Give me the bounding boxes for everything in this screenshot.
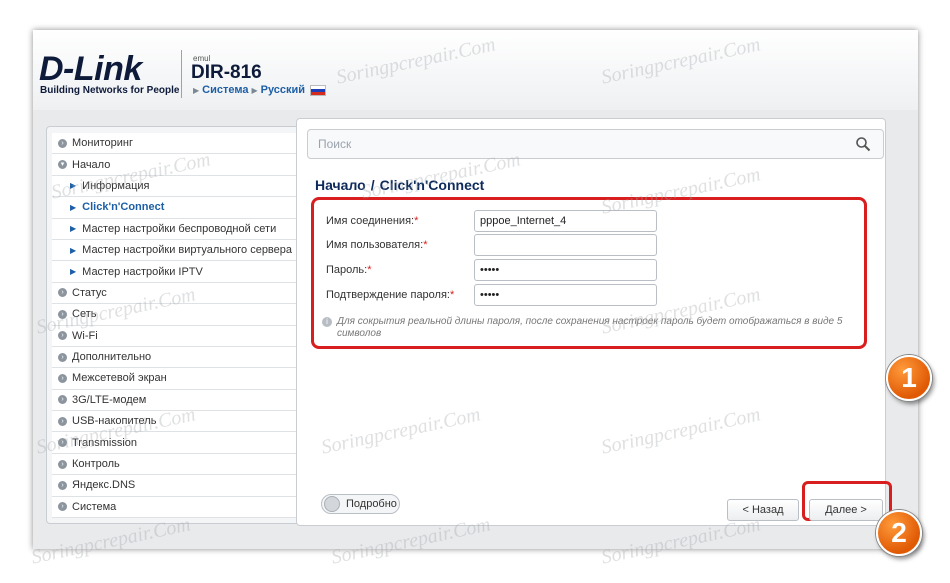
sidebar-item-label: Межсетевой экран [72, 372, 167, 385]
password-label: Пароль:* [326, 264, 372, 276]
sidebar-item-usb-накопитель[interactable]: › USB-накопитель [52, 411, 299, 433]
main-content: Поиск Начало / Click'n'Connect Имя соедине… [296, 110, 932, 556]
dlink-logo[interactable]: D-Link [39, 50, 142, 89]
chevron-right-icon: › [58, 416, 67, 426]
toggle-knob [324, 496, 340, 512]
password-row: Пароль:* ••••• [326, 259, 657, 281]
chevron-right-icon: ▶ [70, 245, 77, 255]
connection-form-highlight: Имя соединения:* pppoe_Internet_4 Имя по… [311, 197, 867, 349]
breadcrumb: ▶ Система ▶ Русский [193, 84, 327, 96]
details-toggle-label: Подробно [346, 498, 397, 510]
sidebar-item-мониторинг[interactable]: › Мониторинг [52, 133, 299, 155]
sidebar-item-label: Wi-Fi [72, 329, 98, 342]
sidebar-item-система[interactable]: › Система [52, 496, 299, 519]
sidebar-item-статус[interactable]: › Статус [52, 282, 299, 305]
sidebar-subitem-click-n-connect[interactable]: ▶ Click'n'Connect [52, 197, 299, 219]
router-web-ui: D-Link Building Networks for People emul… [33, 30, 932, 556]
page-title: Начало / Click'n'Connect [315, 177, 484, 193]
chevron-right-icon: › [58, 309, 67, 319]
chevron-right-icon: › [58, 373, 67, 383]
sidebar-item-label: Система [72, 500, 117, 513]
chevron-right-icon: › [58, 438, 67, 448]
chevron-right-icon: › [58, 395, 67, 405]
sidebar-subitem-мастер-настройки-iptv[interactable]: ▶ Мастер настройки IPTV [52, 261, 299, 283]
sidebar-item-label: Мониторинг [72, 137, 134, 150]
step-1-badge: 1 [886, 355, 932, 401]
sidebar-subitem-мастер-настройки-беспроводной-сети[interactable]: ▶ Мастер настройки беспроводной сети [52, 218, 299, 240]
header-divider [181, 50, 182, 98]
logo-tagline: Building Networks for People [40, 85, 180, 96]
sidebar-item-label: Яндекс.DNS [72, 479, 136, 492]
sidebar-item-label: Мастер настройки беспроводной сети [82, 222, 277, 235]
username-input[interactable] [474, 234, 657, 256]
username-label: Имя пользователя:* [326, 239, 428, 251]
sidebar-item-transmission[interactable]: › Transmission [52, 432, 299, 454]
next-button[interactable]: Далее > [809, 499, 883, 521]
chevron-right-icon: ▶ [70, 202, 77, 212]
sidebar-subitem-информация[interactable]: ▶ Информация [52, 175, 299, 198]
sidebar-nav: › Мониторинг ▾ Начало ▶ Информация ▶ Click'n'Co… [46, 126, 305, 524]
chevron-right-icon: ▶ [251, 85, 258, 95]
chevron-right-icon: ▶ [70, 181, 77, 191]
sidebar-item-яндекс-dns[interactable]: › Яндекс.DNS [52, 475, 299, 497]
model-name: DIR-816 [191, 62, 262, 83]
sidebar-item-label: Click'n'Connect [82, 201, 165, 214]
confirm-password-row: Подтверждение пароля:* ••••• [326, 284, 657, 306]
connection-name-label: Имя соединения:* [326, 215, 419, 227]
chevron-right-icon: › [58, 480, 67, 490]
breadcrumb-system[interactable]: Система [202, 84, 248, 96]
sidebar-item-label: Сеть [72, 308, 97, 321]
chevron-right-icon: › [58, 502, 67, 512]
confirm-password-input[interactable]: ••••• [474, 284, 657, 306]
russian-flag-icon[interactable] [310, 84, 327, 96]
search-placeholder: Поиск [318, 137, 352, 151]
sidebar-item-label: Статус [72, 286, 107, 299]
chevron-right-icon: › [58, 352, 67, 362]
sidebar-item-label: Мастер настройки IPTV [82, 265, 203, 278]
password-hint: i Для сокрытия реальной длины пароля, по… [322, 316, 862, 340]
chevron-right-icon: ▶ [193, 85, 200, 95]
chevron-right-icon: › [58, 459, 67, 469]
content-panel: Поиск Начало / Click'n'Connect Имя соедине… [296, 118, 892, 526]
chevron-right-icon: › [58, 288, 67, 298]
chevron-right-icon: › [58, 331, 67, 341]
breadcrumb-language[interactable]: Русский [261, 84, 305, 96]
sidebar-item-контроль[interactable]: › Контроль [52, 453, 299, 476]
info-icon: i [322, 317, 332, 327]
connection-name-input[interactable]: pppoe_Internet_4 [474, 210, 657, 232]
chevron-right-icon: › [58, 138, 67, 148]
connection-name-row: Имя соединения:* pppoe_Internet_4 [326, 210, 657, 232]
page-title-separator: / [370, 177, 375, 193]
password-hint-text: Для сокрытия реальной длины пароля, посл… [337, 316, 843, 339]
search-input[interactable]: Поиск [307, 129, 884, 159]
sidebar-item-межсетевой-экран[interactable]: › Межсетевой экран [52, 368, 299, 390]
sidebar-item-label: 3G/LTE-модем [72, 393, 147, 406]
sidebar-item-wi-fi[interactable]: › Wi-Fi [52, 325, 299, 347]
username-row: Имя пользователя:* [326, 234, 657, 256]
chevron-right-icon: ▶ [70, 224, 77, 234]
page-title-page: Click'n'Connect [379, 177, 485, 193]
sidebar-item-label: USB-накопитель [72, 415, 157, 428]
sidebar-subitem-мастер-настройки-виртуального-сервера[interactable]: ▶ Мастер настройки виртуального сервера [52, 239, 299, 262]
sidebar-item-label: Transmission [72, 436, 137, 449]
sidebar-item-3g-lte-модем[interactable]: › 3G/LTE-модем [52, 389, 299, 412]
sidebar-item-сеть[interactable]: › Сеть [52, 304, 299, 326]
back-button[interactable]: < Назад [727, 499, 799, 521]
search-icon[interactable] [855, 136, 871, 152]
header: D-Link Building Networks for People emul… [33, 30, 918, 110]
page-title-section: Начало [315, 177, 366, 193]
sidebar-item-label: Дополнительно [72, 351, 152, 364]
confirm-password-label: Подтверждение пароля:* [326, 289, 455, 301]
sidebar-item-label: Мастер настройки виртуального сервера [82, 244, 293, 257]
sidebar-item-label: Начало [72, 158, 111, 171]
password-input[interactable]: ••••• [474, 259, 657, 281]
step-2-badge: 2 [876, 510, 922, 556]
chevron-right-icon: ▶ [70, 267, 77, 277]
sidebar-item-начало[interactable]: ▾ Начало [52, 154, 299, 176]
sidebar-item-дополнительно[interactable]: › Дополнительно [52, 346, 299, 369]
chevron-down-icon: ▾ [58, 160, 67, 170]
sidebar-item-label: Контроль [72, 458, 120, 471]
details-toggle[interactable]: Подробно [321, 494, 400, 514]
sidebar-item-label: Информация [82, 179, 150, 192]
